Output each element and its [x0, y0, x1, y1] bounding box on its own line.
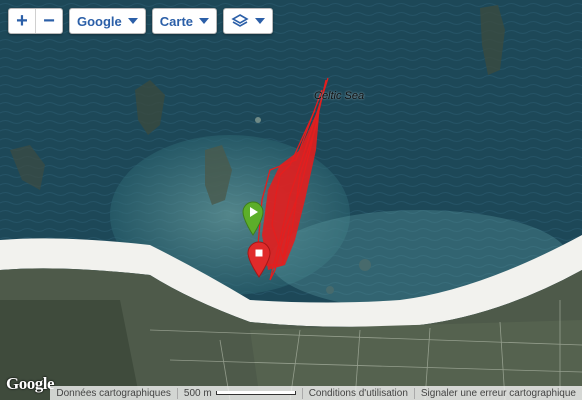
- layers-dropdown[interactable]: [223, 8, 274, 34]
- layers-icon: [231, 14, 249, 27]
- scale-bar: [215, 391, 296, 395]
- sea-label: Celtic Sea: [314, 90, 365, 102]
- map-viewport[interactable]: Celtic Sea + − Google Carte Google Donné…: [0, 0, 582, 400]
- provider-dropdown[interactable]: Google: [69, 8, 146, 34]
- zoom-controls: + −: [8, 8, 63, 34]
- start-marker[interactable]: [241, 200, 265, 236]
- zoom-out-button[interactable]: −: [36, 9, 62, 33]
- stop-icon: [255, 249, 263, 257]
- provider-label: Google: [77, 13, 122, 29]
- chevron-down-icon: [127, 18, 138, 24]
- scale-label: 500 m: [183, 387, 212, 399]
- terms-link[interactable]: Conditions d'utilisation: [301, 387, 414, 399]
- end-marker[interactable]: [246, 240, 272, 278]
- chevron-down-icon: [255, 18, 266, 24]
- map-footer: Données cartographiques 500 m Conditions…: [50, 386, 582, 400]
- report-error-link[interactable]: Signaler une erreur cartographique: [413, 387, 582, 399]
- scale-control[interactable]: 500 m: [176, 387, 302, 399]
- zoom-in-button[interactable]: +: [9, 9, 36, 33]
- map-type-label: Carte: [159, 13, 194, 29]
- map-controls: + − Google Carte: [8, 8, 274, 34]
- map-type-dropdown[interactable]: Carte: [151, 8, 218, 34]
- satellite-imagery: [0, 0, 582, 400]
- map-data-link[interactable]: Données cartographiques: [50, 388, 177, 399]
- chevron-down-icon: [199, 18, 210, 24]
- google-logo[interactable]: Google: [6, 374, 55, 394]
